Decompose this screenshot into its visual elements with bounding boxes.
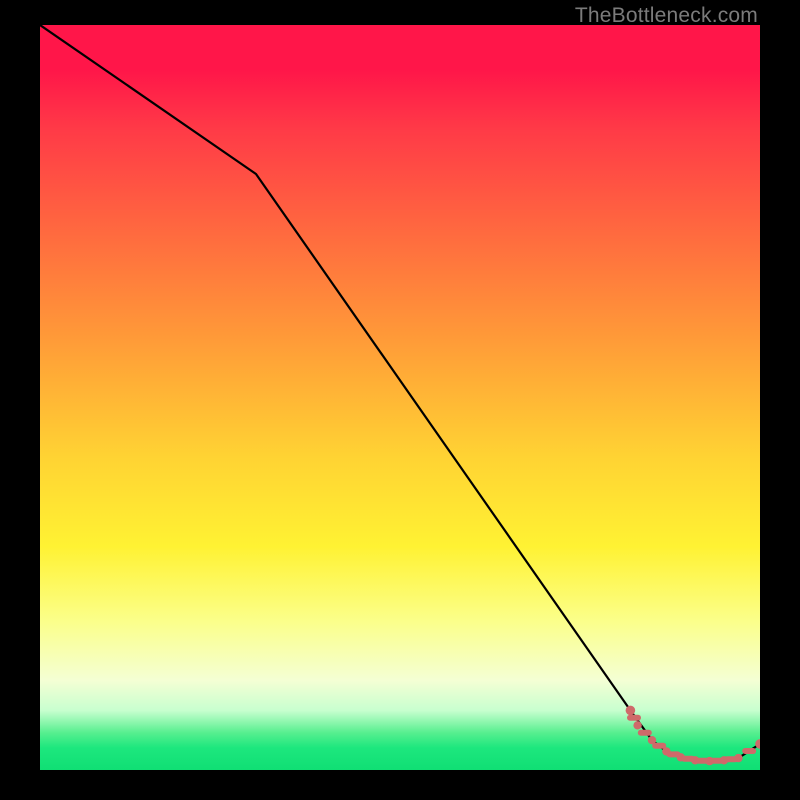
gradient-fill bbox=[40, 25, 760, 770]
chart-stage: TheBottleneck.com bbox=[0, 0, 800, 800]
plot-area bbox=[40, 25, 760, 770]
